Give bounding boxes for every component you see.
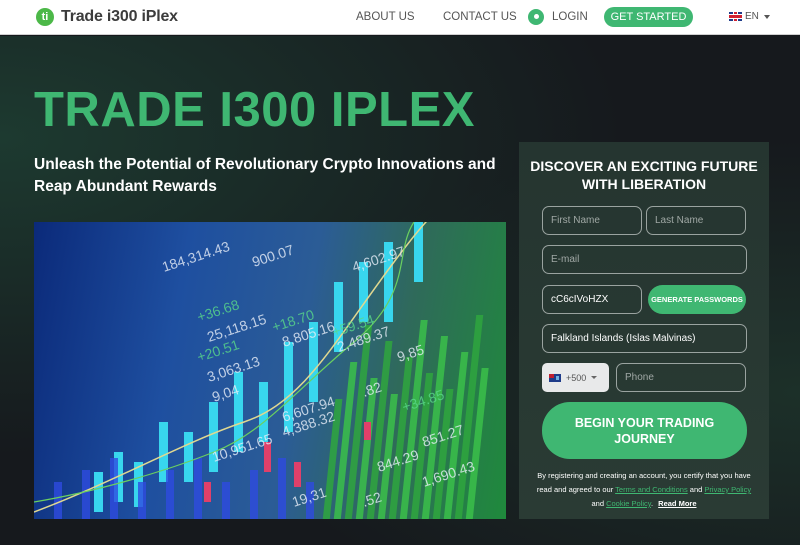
volume-bar-blue [54, 482, 62, 519]
nav-about-us[interactable]: ABOUT US [356, 11, 415, 23]
top-navigation-bar: ti Trade i300 iPlex ABOUT US CONTACT US … [0, 0, 800, 35]
volume-bar-blue [250, 470, 258, 519]
disclaimer-period: . [650, 499, 654, 508]
get-started-button[interactable]: GET STARTED [604, 7, 693, 27]
volume-bar-blue [278, 458, 286, 519]
volume-bar-blue [110, 458, 118, 519]
volume-bar-blue [222, 482, 230, 519]
generate-passwords-button[interactable]: GENERATE PASSWORDS [648, 285, 746, 314]
disclaimer-and: and [689, 485, 703, 494]
language-code: EN [745, 11, 759, 22]
candlestick [94, 472, 103, 512]
login-label: LOGIN [552, 11, 588, 23]
hero-subtitle: Unleash the Potential of Revolutionary C… [34, 156, 496, 195]
privacy-policy-link[interactable]: Privacy Policy [704, 485, 751, 494]
ticker-value: 4,602.97 [350, 243, 407, 275]
user-icon [528, 9, 544, 25]
volume-bar-blue [194, 458, 202, 519]
login-button[interactable]: LOGIN [528, 9, 588, 25]
phone-input[interactable]: Phone [616, 363, 746, 392]
ticker-board-graphic: 184,314.43 900.07 4,602.97+36.6825,118.15 +… [34, 222, 489, 519]
language-selector[interactable]: EN [729, 11, 770, 22]
email-input[interactable]: E-mail [542, 245, 747, 274]
password-input[interactable]: cC6cIVoHZX [542, 285, 642, 314]
registration-form: DISCOVER AN EXCITING FUTURE WITH LIBERAT… [519, 142, 769, 519]
cookie-policy-link[interactable]: Cookie Policy [606, 499, 651, 508]
falkland-flag-icon [549, 373, 561, 382]
hero-title: TRADE I300 IPLEX [34, 83, 475, 137]
stock-market-image: 184,314.43 900.07 4,602.97 +36.68 25,118.15 +… [34, 222, 506, 519]
candlestick-red [294, 462, 301, 487]
volume-bar-blue [138, 482, 146, 519]
volume-bar-blue [82, 470, 90, 519]
volume-bar-blue [166, 470, 174, 519]
uk-flag-icon [729, 12, 742, 21]
form-title: DISCOVER AN EXCITING FUTURE WITH LIBERAT… [530, 158, 758, 192]
ti-monogram-icon: ti [36, 8, 54, 26]
candlestick-red [204, 482, 211, 502]
last-name-input[interactable]: Last Name [646, 206, 746, 235]
candlestick-red [364, 422, 371, 440]
registration-disclaimer: By registering and creating an account, … [531, 469, 757, 511]
disclaimer-and: and [591, 499, 604, 508]
brand-logo[interactable]: ti Trade i300 iPlex [36, 8, 178, 26]
chevron-down-icon [763, 14, 770, 19]
country-select[interactable]: Falkland Islands (Islas Malvinas) [542, 324, 747, 353]
first-name-input[interactable]: First Name [542, 206, 642, 235]
begin-trading-button[interactable]: BEGIN YOUR TRADING JOURNEY [542, 402, 747, 459]
nav-contact-us[interactable]: CONTACT US [443, 11, 517, 23]
phone-code-value: +500 [566, 372, 587, 383]
phone-country-code-select[interactable]: +500 [542, 363, 609, 392]
chevron-down-icon [591, 376, 598, 379]
terms-link[interactable]: Terms and Conditions [615, 485, 688, 494]
candlestick [184, 432, 193, 482]
brand-name: Trade i300 iPlex [61, 8, 178, 25]
ticker-value: 900.07 [250, 241, 296, 270]
read-more-link[interactable]: Read More [658, 499, 696, 508]
ticker-value: 184,314.43 [160, 238, 232, 275]
